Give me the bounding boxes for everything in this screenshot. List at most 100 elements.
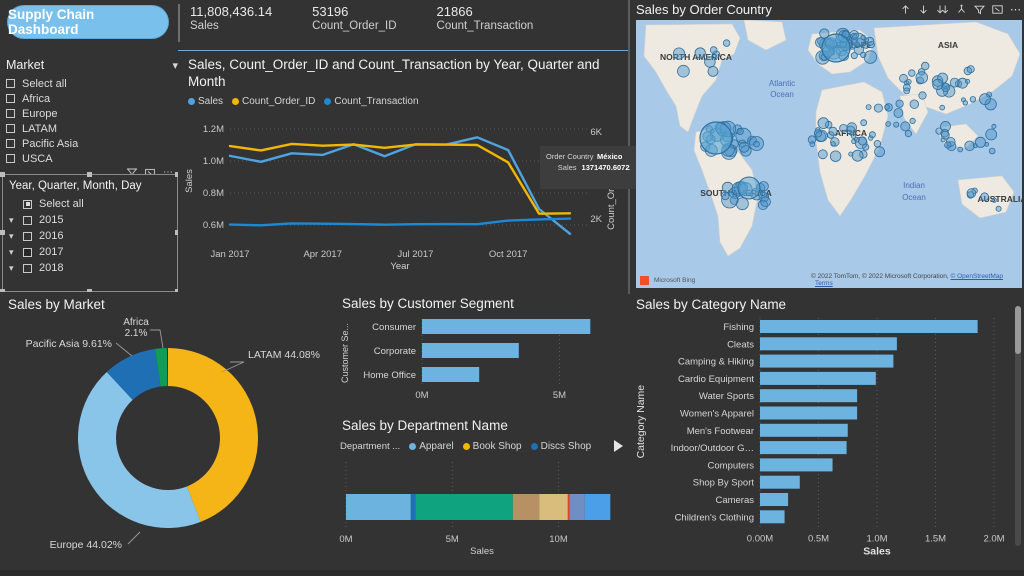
svg-text:0.8M: 0.8M: [203, 188, 224, 199]
svg-text:Consumer: Consumer: [372, 322, 416, 333]
map-bubbles[interactable]: NORTH AMERICASOUTH AMERICAEUROPEAFRICAAS…: [636, 20, 1022, 288]
svg-text:Ocean: Ocean: [902, 193, 926, 202]
map-canvas[interactable]: NORTH AMERICA SOUTH AMERICA EUROPE AFRICA AS…: [636, 20, 1022, 288]
legend-label: Apparel: [419, 440, 454, 452]
chevron-down-icon[interactable]: ▾: [9, 247, 23, 258]
focus-mode-icon[interactable]: [992, 4, 1003, 15]
svg-text:Cameras: Cameras: [715, 495, 754, 506]
svg-text:LATAM 44.08%: LATAM 44.08%: [248, 349, 320, 361]
kpi-value: 11,808,436.14: [190, 4, 273, 19]
legend-label: Count_Transaction: [334, 96, 419, 107]
market-option-africa[interactable]: Africa: [6, 91, 178, 106]
dashboard-title-pill[interactable]: Supply Chain Dashboard: [8, 6, 168, 38]
tooltip-key: Sales: [557, 163, 577, 172]
line-chart-legend: Sales Count_Order_ID Count_Transaction: [188, 96, 622, 107]
sort-descending-icon[interactable]: [918, 4, 929, 15]
donut-chart-plot[interactable]: LATAM 44.08% Europe 44.02% Pacific Asia 9.…: [0, 316, 334, 574]
checkbox-icon[interactable]: [6, 124, 15, 133]
date-option-select-all[interactable]: Select all: [9, 196, 171, 212]
date-slicer-title: Year, Quarter, Month, Day: [9, 180, 142, 192]
line-chart-title: Sales, Count_Order_ID and Count_Transact…: [188, 57, 600, 89]
drill-down-all-icon[interactable]: [936, 4, 949, 15]
map-provider-label: Microsoft Bing: [654, 276, 696, 284]
svg-text:Apr 2017: Apr 2017: [303, 249, 342, 260]
legend-item-sales[interactable]: Sales: [188, 96, 223, 107]
svg-text:0.6M: 0.6M: [203, 220, 224, 231]
svg-text:0M: 0M: [339, 534, 352, 545]
market-option-select-all[interactable]: Select all: [6, 76, 178, 91]
chevron-down-icon[interactable]: ▾: [9, 231, 23, 242]
date-option-2015[interactable]: ▾ 2015: [9, 212, 171, 228]
chevron-down-icon[interactable]: ▾: [9, 215, 23, 226]
checkbox-icon[interactable]: [23, 247, 32, 257]
option-label: Europe: [22, 107, 58, 120]
market-option-pacific-asia[interactable]: Pacific Asia: [6, 136, 178, 151]
market-option-europe[interactable]: Europe: [6, 106, 178, 121]
svg-text:5M: 5M: [446, 534, 459, 545]
map-tooltip: Order Country México Sales 1371470.60722…: [540, 146, 636, 189]
checkbox-icon[interactable]: [6, 139, 15, 148]
date-option-2017[interactable]: ▾ 2017: [9, 244, 171, 260]
kpi-card-count-transaction[interactable]: 21866 Count_Transaction: [437, 4, 534, 46]
segment-chart-plot[interactable]: Consumer Corporate Home Office 0M 5M Customer…: [336, 313, 628, 413]
chevron-down-icon[interactable]: ▾: [9, 263, 23, 274]
drill-down-icon[interactable]: [956, 4, 967, 15]
checkbox-icon[interactable]: [6, 109, 15, 118]
tooltip-value: 1371470.6072210842: [581, 163, 630, 172]
legend-label: Discs Shop: [540, 440, 592, 452]
svg-text:0.00M: 0.00M: [747, 533, 773, 544]
svg-text:Corporate: Corporate: [374, 346, 416, 357]
legend-next-page-icon[interactable]: [614, 440, 624, 452]
sort-ascending-icon[interactable]: [900, 4, 911, 15]
more-options-icon[interactable]: ⋯: [1010, 3, 1022, 16]
checkbox-icon[interactable]: [23, 263, 32, 273]
legend-item-count-transaction[interactable]: Count_Transaction: [324, 96, 419, 107]
kpi-card-count-order-id[interactable]: 53196 Count_Order_ID: [312, 4, 396, 46]
svg-text:10M: 10M: [549, 534, 568, 545]
department-chart-plot[interactable]: 0M 5M 10M Sales: [336, 458, 628, 576]
legend-item-count-order-id[interactable]: Count_Order_ID: [232, 96, 315, 107]
checkbox-icon[interactable]: [23, 199, 32, 209]
checkbox-icon[interactable]: [23, 215, 32, 225]
line-chart-plot[interactable]: 0.6M0.8M1.0M1.2M2K4K6KJan 2017Apr 2017Ju…: [178, 113, 630, 291]
legend-item-apparel[interactable]: Apparel: [409, 440, 454, 452]
market-option-usca[interactable]: USCA: [6, 151, 178, 166]
svg-text:1.5M: 1.5M: [925, 533, 946, 544]
terms-link[interactable]: Terms: [815, 280, 833, 287]
resize-handle-tc[interactable]: [87, 172, 92, 177]
svg-text:Home Office: Home Office: [363, 370, 416, 381]
svg-text:2K: 2K: [590, 214, 602, 225]
kpi-card-group: 11,808,436.14 Sales 53196 Count_Order_ID…: [178, 4, 628, 46]
svg-text:Atlantic: Atlantic: [769, 79, 795, 88]
checkbox-icon[interactable]: [23, 231, 32, 241]
svg-text:Europe 44.02%: Europe 44.02%: [50, 539, 122, 551]
department-chart-legend: Department ... Apparel Book Shop Discs S…: [336, 440, 628, 452]
legend-item-book-shop[interactable]: Book Shop: [462, 441, 522, 452]
bing-logo-icon: [640, 275, 649, 285]
market-slicer-header: Market ▾: [6, 58, 178, 72]
svg-text:Customer Se...: Customer Se...: [340, 323, 350, 383]
option-label: Africa: [22, 92, 51, 105]
tooltip-key: Order Country: [546, 152, 594, 161]
kpi-value: 53196: [312, 4, 349, 19]
resize-handle-ml[interactable]: [0, 230, 5, 235]
map-attribution: Microsoft Bing © 2022 TomTom, © 2022 Mic…: [636, 273, 1022, 287]
kpi-value: 21866: [436, 4, 473, 19]
date-slicer[interactable]: Year, Quarter, Month, Day Select all ▾ 2…: [0, 172, 180, 294]
date-option-2018[interactable]: ▾ 2018: [9, 260, 171, 276]
date-option-2016[interactable]: ▾ 2016: [9, 228, 171, 244]
option-label: Select all: [22, 77, 67, 90]
bottom-bar: [0, 570, 1024, 576]
filter-icon[interactable]: [974, 4, 985, 15]
legend-item-discs-shop[interactable]: Discs Shop: [530, 440, 592, 452]
kpi-card-sales[interactable]: 11,808,436.14 Sales: [190, 4, 272, 46]
svg-text:6K: 6K: [590, 127, 602, 138]
category-scrollbar-thumb[interactable]: [1015, 306, 1021, 354]
checkbox-icon[interactable]: [6, 94, 15, 103]
openstreetmap-link[interactable]: © OpenStreetMap: [951, 273, 1003, 280]
resize-handle-tl[interactable]: [0, 172, 5, 177]
checkbox-icon[interactable]: [6, 154, 15, 163]
category-chart-plot[interactable]: Fishing Cleats Camping & Hiking Cardio Equi…: [630, 314, 1024, 572]
market-option-latam[interactable]: LATAM: [6, 121, 178, 136]
checkbox-icon[interactable]: [6, 79, 15, 88]
